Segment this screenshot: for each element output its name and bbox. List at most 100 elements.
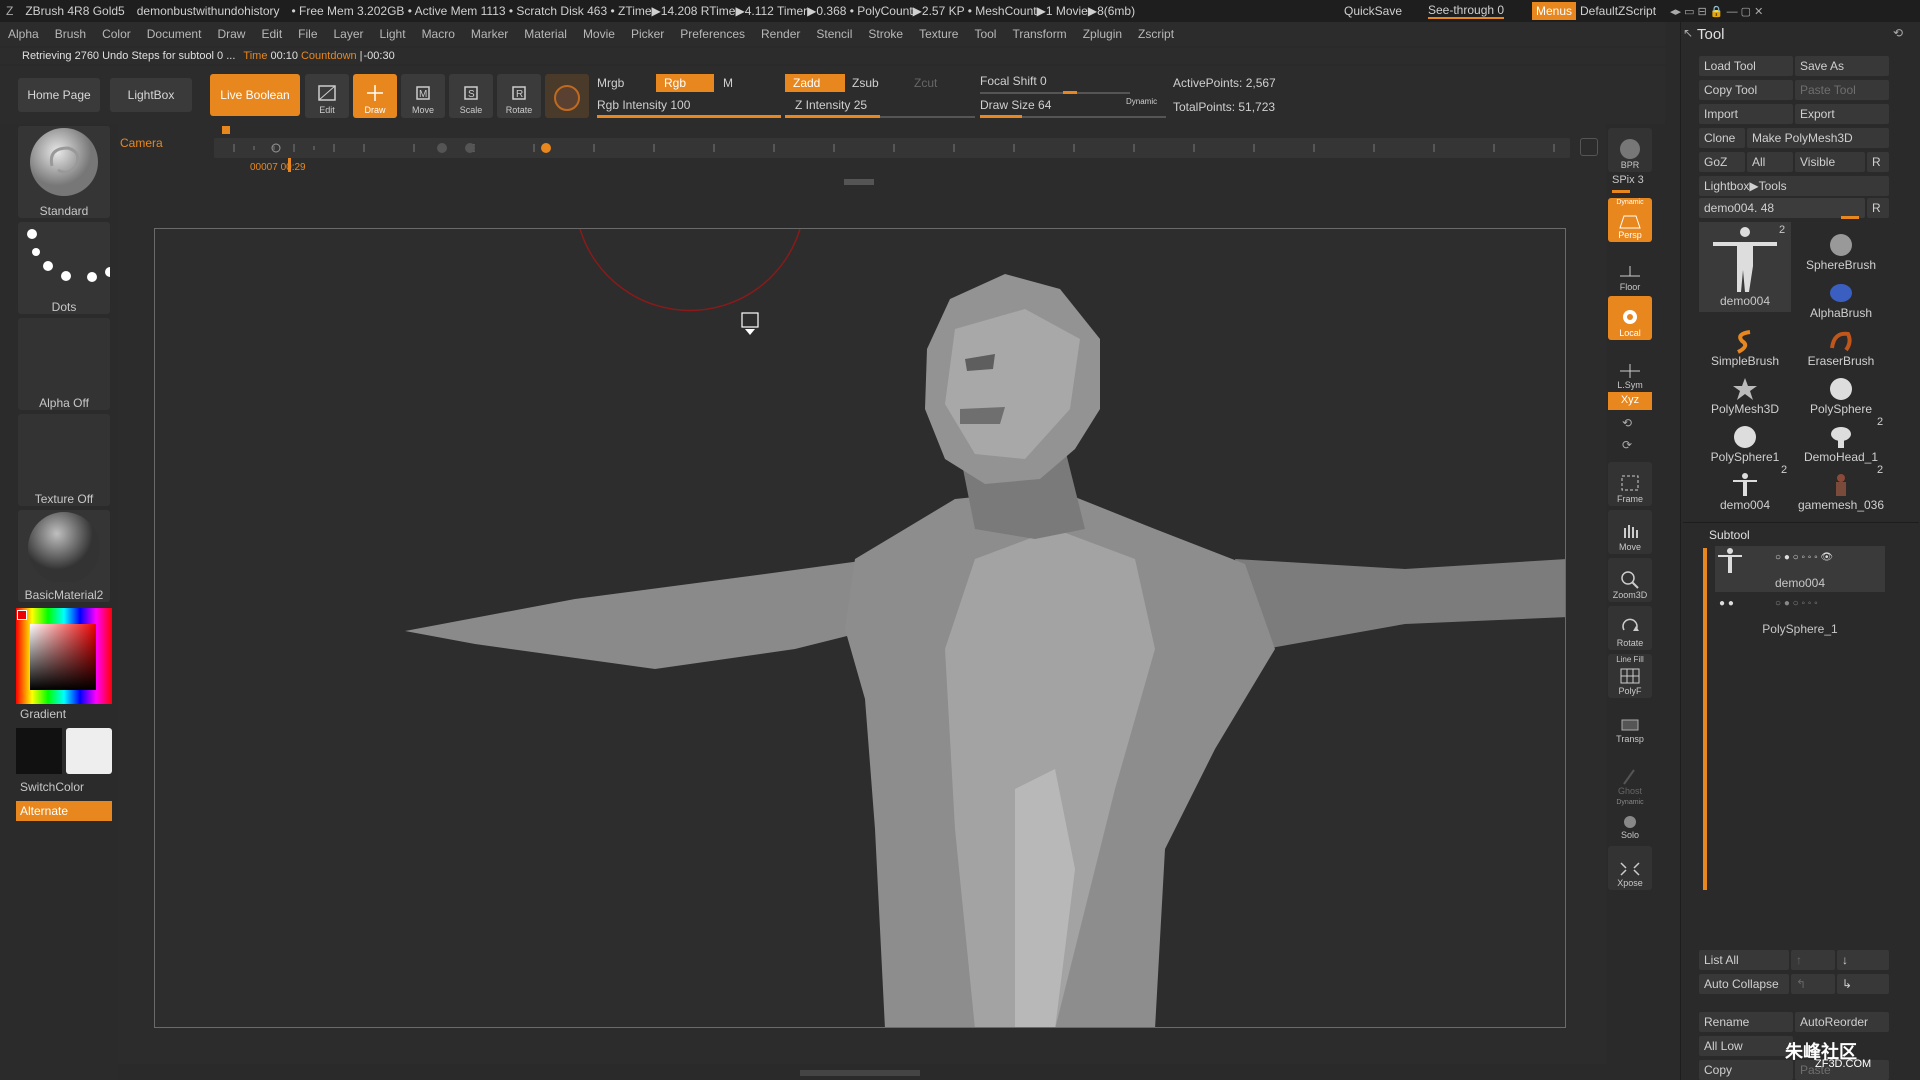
document-canvas[interactable] bbox=[154, 228, 1566, 1028]
current-tool-r-button[interactable]: R bbox=[1867, 198, 1889, 218]
menu-tool[interactable]: Tool bbox=[966, 27, 1004, 41]
menu-material[interactable]: Material bbox=[516, 27, 575, 41]
zoom3d-button[interactable]: Zoom3D bbox=[1608, 558, 1652, 602]
export-button[interactable]: Export bbox=[1795, 104, 1889, 124]
subtool-header[interactable]: Subtool bbox=[1709, 528, 1750, 542]
tool-thumb-simplebrush[interactable]: SimpleBrush bbox=[1699, 320, 1791, 368]
bottom-scroll-handle[interactable] bbox=[800, 1070, 920, 1076]
current-tool-slider[interactable]: demo004. 48 bbox=[1699, 198, 1865, 218]
tool-thumb-spherebrush[interactable]: SphereBrush bbox=[1795, 224, 1887, 272]
tool-panel-title[interactable]: Tool bbox=[1697, 26, 1725, 43]
color-picker[interactable] bbox=[16, 608, 112, 704]
subtool-scrollbar[interactable] bbox=[1703, 548, 1707, 890]
copy-tool-button[interactable]: Copy Tool bbox=[1699, 80, 1793, 100]
tool-thumb-polysphere1[interactable]: PolySphere1 bbox=[1699, 416, 1791, 464]
menu-picker[interactable]: Picker bbox=[623, 27, 672, 41]
timeline-playhead[interactable] bbox=[288, 158, 291, 172]
focal-shift-slider[interactable]: Focal Shift 0 bbox=[980, 74, 1047, 88]
scroll-handle[interactable] bbox=[844, 179, 874, 185]
menu-document[interactable]: Document bbox=[139, 27, 210, 41]
menus-button[interactable]: Menus bbox=[1532, 2, 1577, 20]
move-view-button[interactable]: Move bbox=[1608, 510, 1652, 554]
autoreorder-button[interactable]: AutoReorder bbox=[1795, 1012, 1889, 1032]
menu-marker[interactable]: Marker bbox=[463, 27, 516, 41]
draw-size-slider[interactable]: Draw Size 64 bbox=[980, 98, 1051, 112]
import-button[interactable]: Import bbox=[1699, 104, 1793, 124]
spix-slider[interactable] bbox=[1612, 190, 1630, 193]
panel-pin-icon[interactable]: ↖ bbox=[1683, 26, 1693, 40]
rename-button[interactable]: Rename bbox=[1699, 1012, 1793, 1032]
subtool-item-demo004[interactable]: ○ ● ○ ◦ ◦ ◦ 👁 demo004 bbox=[1715, 546, 1885, 592]
polyf-button[interactable]: Line Fill PolyF bbox=[1608, 654, 1652, 698]
rotate-mode-button[interactable]: R Rotate bbox=[497, 74, 541, 118]
transp-button[interactable]: Transp bbox=[1608, 702, 1652, 746]
all-low-button[interactable]: All Low bbox=[1699, 1036, 1793, 1056]
tool-thumb-demohead[interactable]: DemoHead_1 2 bbox=[1795, 416, 1887, 464]
menu-brush[interactable]: Brush bbox=[47, 27, 94, 41]
draw-mode-button[interactable]: Draw bbox=[353, 74, 397, 118]
lsym-button[interactable]: L.Sym bbox=[1608, 348, 1652, 392]
subtool-visibility-icon[interactable]: ○ ● ○ ◦ ◦ ◦ 👁 bbox=[1775, 552, 1833, 563]
move-up-arrow-icon[interactable]: ↑ bbox=[1791, 950, 1835, 970]
copy-subtool-button[interactable]: Copy bbox=[1699, 1060, 1793, 1080]
menu-layer[interactable]: Layer bbox=[326, 27, 372, 41]
tool-thumb-eraserbrush[interactable]: EraserBrush bbox=[1795, 320, 1887, 368]
menu-light[interactable]: Light bbox=[372, 27, 414, 41]
menu-zscript[interactable]: Zscript bbox=[1130, 27, 1182, 41]
menu-transform[interactable]: Transform bbox=[1004, 27, 1074, 41]
menu-draw[interactable]: Draw bbox=[209, 27, 253, 41]
solo-button[interactable]: Dynamic Solo bbox=[1608, 798, 1652, 842]
goz-r-button[interactable]: R bbox=[1867, 152, 1889, 172]
ghost-button[interactable]: Ghost bbox=[1608, 754, 1652, 798]
dynamic-toggle[interactable]: Dynamic bbox=[1126, 97, 1157, 106]
spix-readout[interactable]: SPix 3 bbox=[1612, 174, 1644, 186]
timeline-start-marker[interactable] bbox=[222, 126, 230, 134]
m-toggle[interactable]: M bbox=[723, 76, 733, 90]
make-polymesh3d-button[interactable]: Make PolyMesh3D bbox=[1747, 128, 1889, 148]
right-arm[interactable] bbox=[1235, 559, 1566, 649]
floor-button[interactable]: Floor bbox=[1608, 250, 1652, 294]
menu-texture[interactable]: Texture bbox=[911, 27, 966, 41]
persp-button[interactable]: Dynamic Persp bbox=[1608, 198, 1652, 242]
tool-thumb-polymesh3d[interactable]: PolyMesh3D bbox=[1699, 368, 1791, 416]
zadd-toggle[interactable]: Zadd bbox=[785, 74, 845, 92]
xyz-button[interactable]: Xyz bbox=[1608, 392, 1652, 410]
menu-color[interactable]: Color bbox=[94, 27, 139, 41]
rotate-axis-y-icon[interactable]: ⟲ bbox=[1622, 416, 1632, 430]
zsub-toggle[interactable]: Zsub bbox=[852, 76, 879, 90]
zcut-toggle[interactable]: Zcut bbox=[914, 76, 937, 90]
home-page-button[interactable]: Home Page bbox=[18, 78, 100, 112]
window-controls-icon[interactable]: ◂▸ ▭ ⊟ 🔒 — ▢ ✕ bbox=[1670, 5, 1763, 18]
alternate-button[interactable]: Alternate bbox=[16, 801, 112, 821]
menu-render[interactable]: Render bbox=[753, 27, 808, 41]
subtool-item-polysphere[interactable]: ● ● ○ ● ○ ◦ ◦ ◦ PolySphere_1 bbox=[1715, 594, 1885, 640]
left-arm[interactable] bbox=[405, 559, 915, 669]
menu-edit[interactable]: Edit bbox=[253, 27, 290, 41]
scale-mode-button[interactable]: S Scale bbox=[449, 74, 493, 118]
menu-preferences[interactable]: Preferences bbox=[672, 27, 753, 41]
clone-button[interactable]: Clone bbox=[1699, 128, 1745, 148]
z-intensity-slider[interactable]: Z Intensity 25 bbox=[795, 98, 867, 112]
primary-color-swatch[interactable] bbox=[16, 728, 62, 774]
menu-file[interactable]: File bbox=[290, 27, 325, 41]
move-mode-button[interactable]: M Move bbox=[401, 74, 445, 118]
subtool-visibility-icon-2[interactable]: ○ ● ○ ◦ ◦ ◦ bbox=[1775, 598, 1818, 609]
color-saturation-square[interactable] bbox=[30, 624, 96, 690]
rotate-view-button[interactable]: Rotate bbox=[1608, 606, 1652, 650]
rgb-intensity-slider[interactable]: Rgb Intensity 100 bbox=[597, 98, 690, 112]
local-button[interactable]: Local bbox=[1608, 296, 1652, 340]
frame-button[interactable]: Frame bbox=[1608, 462, 1652, 506]
secondary-color-swatch[interactable] bbox=[66, 728, 112, 774]
xpose-button[interactable]: Xpose bbox=[1608, 846, 1652, 890]
timeline-end-button[interactable] bbox=[1580, 138, 1598, 156]
bpr-button[interactable]: BPR bbox=[1608, 128, 1652, 172]
collapse-right-icon[interactable]: ↳ bbox=[1837, 974, 1889, 994]
quicksave-button[interactable]: QuickSave bbox=[1344, 4, 1402, 18]
menu-alpha[interactable]: Alpha bbox=[0, 27, 47, 41]
menu-movie[interactable]: Movie bbox=[575, 27, 623, 41]
panel-close-icon[interactable]: ⟲ bbox=[1893, 26, 1903, 40]
tool-thumb-polysphere[interactable]: PolySphere bbox=[1795, 368, 1887, 416]
tool-thumb-demo004[interactable]: demo004 2 bbox=[1699, 464, 1791, 512]
goz-all-button[interactable]: All bbox=[1747, 152, 1793, 172]
lightbox-button[interactable]: LightBox bbox=[110, 78, 192, 112]
